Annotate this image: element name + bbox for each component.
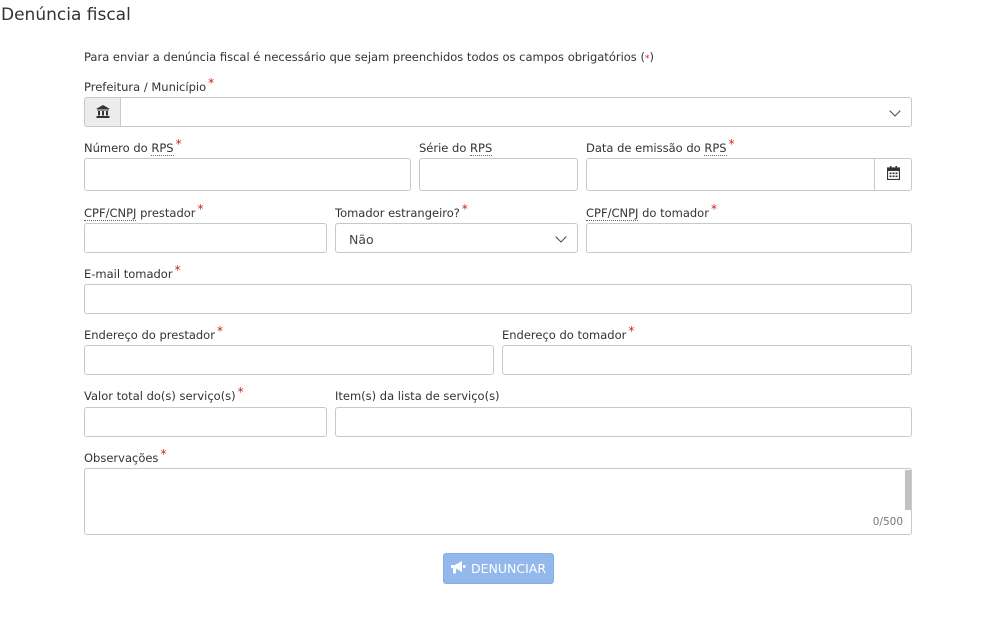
- observacoes-label: Observações *: [84, 447, 166, 465]
- megaphone-icon: [450, 560, 466, 577]
- rps-abbr: RPS: [470, 141, 493, 156]
- cpf-tomador-input[interactable]: [586, 223, 912, 253]
- bank-icon: [95, 103, 110, 122]
- data-emissao-label-text: Data de emissão do: [586, 141, 705, 155]
- chevron-down-icon: [889, 105, 901, 117]
- observacoes-label-text: Observações: [84, 451, 159, 465]
- endereco-prestador-label-text: Endereço do prestador: [84, 328, 215, 342]
- required-mark: *: [710, 202, 717, 216]
- tomador-estrangeiro-select[interactable]: Não: [335, 223, 578, 253]
- serie-rps-input[interactable]: [419, 158, 578, 191]
- tomador-estrangeiro-label-text: Tomador estrangeiro?: [335, 206, 460, 220]
- numero-rps-input[interactable]: [84, 158, 411, 191]
- cpf-tomador-label-text: do tomador: [638, 206, 709, 220]
- required-mark: *: [216, 324, 223, 338]
- chevron-down-icon: [555, 231, 567, 243]
- valor-total-label-text: Valor total do(s) serviço(s): [84, 389, 236, 403]
- denunciar-button-label: DENUNCIAR: [470, 561, 547, 576]
- intro-text: Para enviar a denúncia fiscal é necessár…: [84, 50, 654, 64]
- denunciar-button[interactable]: DENUNCIAR: [443, 553, 554, 584]
- valor-total-input[interactable]: [84, 407, 327, 437]
- email-tomador-label: E-mail tomador *: [84, 263, 181, 281]
- valor-total-label: Valor total do(s) serviço(s) *: [84, 385, 244, 403]
- tomador-estrangeiro-value: Não: [349, 232, 374, 247]
- numero-rps-label-text: Número do: [84, 141, 152, 155]
- itens-lista-label-text: Item(s) da lista de serviço(s): [335, 389, 500, 403]
- prefeitura-label: Prefeitura / Município *: [84, 76, 214, 94]
- email-tomador-input[interactable]: [84, 284, 912, 314]
- required-mark: *: [197, 202, 204, 216]
- numero-rps-label: Número do RPS *: [84, 137, 182, 156]
- intro-text-body: Para enviar a denúncia fiscal é necessár…: [84, 50, 645, 64]
- required-mark: *: [461, 202, 468, 216]
- required-mark: *: [628, 324, 635, 338]
- cpf-prestador-input[interactable]: [84, 223, 327, 253]
- serie-rps-label: Série do RPS: [419, 141, 493, 156]
- cpf-tomador-label: CPF/CNPJ do tomador *: [586, 202, 717, 221]
- required-mark: *: [160, 447, 167, 461]
- prefeitura-label-text: Prefeitura / Município: [84, 80, 207, 94]
- required-mark: *: [208, 76, 215, 90]
- endereco-prestador-label: Endereço do prestador *: [84, 324, 223, 342]
- required-mark: *: [175, 137, 182, 151]
- itens-lista-label: Item(s) da lista de serviço(s): [335, 389, 500, 403]
- rps-abbr: RPS: [151, 141, 174, 156]
- cpf-prestador-label: CPF/CNPJ prestador *: [84, 202, 204, 221]
- calendar-icon: [886, 165, 900, 184]
- endereco-tomador-label-text: Endereço do tomador: [502, 328, 627, 342]
- required-mark: *: [237, 385, 244, 399]
- cpf-cnpj-abbr: CPF/CNPJ: [84, 206, 137, 221]
- cpf-prestador-label-text: prestador: [136, 206, 196, 220]
- data-emissao-input[interactable]: [586, 158, 875, 191]
- rps-abbr: RPS: [704, 141, 727, 156]
- prefeitura-addon: [84, 97, 121, 127]
- tomador-estrangeiro-label: Tomador estrangeiro? *: [335, 202, 468, 220]
- required-mark: *: [174, 263, 181, 277]
- endereco-tomador-label: Endereço do tomador *: [502, 324, 634, 342]
- char-counter: 0/500: [872, 516, 903, 528]
- data-emissao-label: Data de emissão do RPS *: [586, 137, 735, 156]
- serie-rps-label-text: Série do: [419, 141, 471, 155]
- page-title: Denúncia fiscal: [1, 5, 131, 25]
- prefeitura-select[interactable]: [120, 97, 912, 127]
- itens-lista-input[interactable]: [335, 407, 912, 437]
- cpf-cnpj-abbr: CPF/CNPJ: [586, 206, 639, 221]
- date-picker-button[interactable]: [874, 158, 912, 191]
- endereco-prestador-input[interactable]: [84, 345, 494, 375]
- observacoes-textarea[interactable]: 0/500: [84, 468, 912, 535]
- intro-text-close: ): [649, 50, 654, 64]
- email-tomador-label-text: E-mail tomador: [84, 267, 173, 281]
- textarea-scrollbar[interactable]: [905, 470, 911, 510]
- required-mark: *: [728, 137, 735, 151]
- endereco-tomador-input[interactable]: [502, 345, 912, 375]
